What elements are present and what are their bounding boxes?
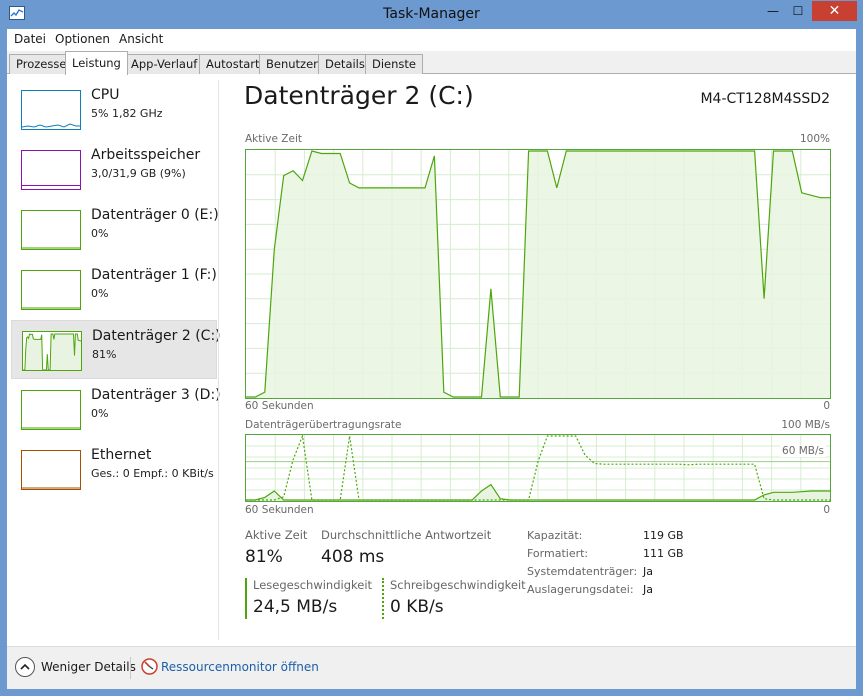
sidebar-thumbnail-graph — [21, 270, 81, 310]
transfer-rate-graph-min: 0 — [823, 504, 830, 516]
sidebar-thumbnail-graph — [21, 210, 81, 250]
transfer-rate-sub-max: 60 MB/s — [780, 445, 826, 457]
sidebar-item-title: Datenträger 3 (D:) — [91, 387, 221, 403]
sidebar-item-title: Datenträger 1 (F:) — [91, 267, 217, 283]
prop-system-disk-label: Systemdatenträger: — [527, 565, 638, 578]
sidebar-thumbnail-graph — [21, 90, 81, 130]
tab-prozesse[interactable]: Prozesse — [9, 54, 74, 74]
title-bar[interactable]: Task-Manager — ☐ ✕ — [0, 0, 863, 28]
prop-formatted-label: Formatiert: — [527, 547, 589, 560]
menu-bar: Datei Optionen Ansicht — [7, 29, 856, 50]
active-time-graph-max: 100% — [799, 133, 830, 145]
sidebar-sparkline — [22, 487, 80, 489]
sidebar-item-subtitle: 5% 1,82 GHz — [91, 107, 163, 120]
performance-pane: CPU 5% 1,82 GHz Arbeitsspeicher 3,0/31,9 GB… — [7, 75, 856, 645]
sidebar-item-subtitle: Ges.: 0 Empf.: 0 KBit/s — [91, 467, 214, 480]
window-title: Task-Manager — [383, 6, 480, 22]
tab-bar: Prozesse Leistung App-Verlauf Autostart … — [7, 51, 856, 75]
prop-system-disk-value: Ja — [643, 565, 653, 578]
sidebar-item-subtitle: 3,0/31,9 GB (9%) — [91, 167, 186, 180]
chevron-up-icon[interactable] — [15, 657, 35, 677]
tab-app-verlauf[interactable]: App-Verlauf — [124, 54, 205, 74]
stat-avg-response-value: 408 ms — [321, 547, 385, 567]
transfer-rate-graph-label: Datenträgerübertragungsrate — [245, 419, 402, 431]
sidebar-item-title: CPU — [91, 87, 120, 103]
footer-bar: Weniger Details Ressourcenmonitor öffnen — [7, 646, 856, 689]
transfer-rate-graph — [245, 434, 831, 502]
sidebar-item[interactable]: Ethernet Ges.: 0 Empf.: 0 KBit/s — [11, 440, 217, 499]
menu-ansicht[interactable]: Ansicht — [119, 32, 163, 46]
client-area: Datei Optionen Ansicht Prozesse Leistung… — [7, 29, 856, 689]
sidebar-sparkline — [22, 307, 80, 309]
prop-capacity-value: 119 GB — [643, 529, 684, 542]
minimize-button[interactable]: — — [762, 1, 784, 21]
sidebar-item-title: Ethernet — [91, 447, 152, 463]
sidebar-item-title: Datenträger 2 (C:) — [92, 328, 221, 344]
sidebar-item[interactable]: CPU 5% 1,82 GHz — [11, 80, 217, 139]
menu-datei[interactable]: Datei — [14, 32, 46, 46]
sidebar-thumbnail-graph — [22, 331, 82, 371]
active-time-graph-time: 60 Sekunden — [245, 400, 314, 412]
sidebar-item-subtitle: 0% — [91, 287, 109, 300]
transfer-rate-graph-time: 60 Sekunden — [245, 504, 314, 516]
sidebar-item[interactable]: Datenträger 2 (C:) 81% — [11, 320, 221, 379]
disk-model: M4-CT128M4SSD2 — [700, 91, 830, 107]
stat-active-time-label: Aktive Zeit — [245, 528, 308, 542]
prop-capacity-label: Kapazität: — [527, 529, 583, 542]
footer-separator — [130, 657, 131, 679]
active-time-graph-min: 0 — [823, 400, 830, 412]
prop-formatted-value: 111 GB — [643, 547, 684, 560]
sidebar-sparkline — [22, 247, 80, 249]
prop-pagefile-label: Auslagerungsdatei: — [527, 583, 634, 596]
sidebar-item[interactable]: Arbeitsspeicher 3,0/31,9 GB (9%) — [11, 140, 217, 199]
menu-optionen[interactable]: Optionen — [55, 32, 110, 46]
active-time-area — [246, 151, 830, 398]
tab-dienste[interactable]: Dienste — [365, 54, 423, 74]
write-speed-indicator — [382, 578, 384, 619]
tab-benutzer[interactable]: Benutzer — [259, 54, 325, 74]
resource-monitor-link[interactable]: Ressourcenmonitor öffnen — [161, 660, 319, 674]
stat-read-speed-value: 24,5 MB/s — [253, 597, 338, 617]
sidebar-item-title: Datenträger 0 (E:) — [91, 207, 219, 223]
sidebar-sparkline — [22, 185, 80, 186]
stat-read-speed-label: Lesegeschwindigkeit — [253, 578, 373, 592]
sidebar-thumbnail-graph — [21, 390, 81, 430]
sidebar-sparkline — [23, 333, 81, 371]
stat-active-time-value: 81% — [245, 547, 283, 567]
sidebar-item-subtitle: 81% — [92, 348, 117, 361]
sidebar-item[interactable]: Datenträger 0 (E:) 0% — [11, 200, 219, 259]
tab-details[interactable]: Details — [318, 54, 372, 74]
sidebar-thumbnail-graph — [21, 150, 81, 190]
sidebar-divider — [218, 80, 219, 640]
read-speed-indicator — [245, 578, 247, 619]
sidebar-sparkline — [22, 427, 80, 429]
transfer-rate-graph-max: 100 MB/s — [781, 419, 830, 431]
maximize-button[interactable]: ☐ — [787, 1, 809, 21]
sidebar-sparkline — [21, 123, 80, 128]
sidebar-item-subtitle: 0% — [91, 227, 109, 240]
stat-write-speed-value: 0 KB/s — [390, 597, 444, 617]
sidebar-item[interactable]: Datenträger 1 (F:) 0% — [11, 260, 217, 319]
tab-leistung[interactable]: Leistung — [65, 51, 128, 75]
sidebar-thumbnail-graph — [21, 450, 81, 490]
active-time-graph-label: Aktive Zeit — [245, 133, 302, 145]
resource-monitor-icon[interactable] — [141, 658, 158, 675]
active-time-graph — [245, 149, 831, 399]
task-manager-window: Task-Manager — ☐ ✕ Datei Optionen Ansich… — [0, 0, 863, 696]
sidebar-item[interactable]: Datenträger 3 (D:) 0% — [11, 380, 221, 439]
sidebar-item-subtitle: 0% — [91, 407, 109, 420]
fewer-details-button[interactable]: Weniger Details — [41, 660, 136, 674]
sidebar-item-title: Arbeitsspeicher — [91, 147, 201, 163]
stat-avg-response-label: Durchschnittliche Antwortzeit — [321, 528, 492, 542]
tab-autostart[interactable]: Autostart — [199, 54, 267, 74]
prop-pagefile-value: Ja — [643, 583, 653, 596]
stat-write-speed-label: Schreibgeschwindigkeit — [390, 578, 526, 592]
page-title: Datenträger 2 (C:) — [244, 81, 474, 110]
close-button[interactable]: ✕ — [812, 1, 857, 21]
